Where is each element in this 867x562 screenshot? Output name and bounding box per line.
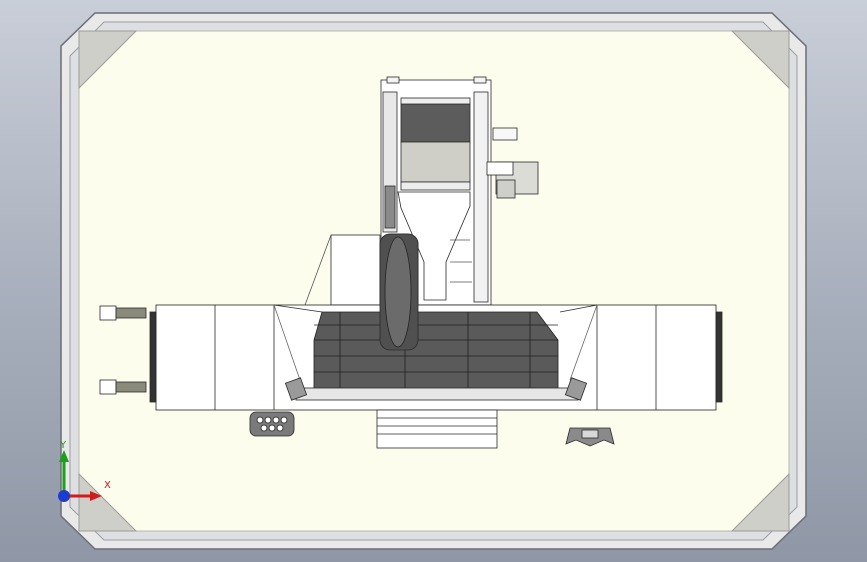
column-right-rail: [473, 91, 489, 303]
foot-left: [249, 411, 295, 437]
graphics-viewport[interactable]: Y X: [0, 0, 867, 562]
spindle-head-top-plate: [400, 97, 471, 105]
work-table: [376, 409, 498, 449]
spindle-head-housing: [400, 141, 471, 183]
triad-x-label: X: [104, 480, 111, 491]
connector-top-left: [99, 305, 117, 321]
connector-bottom-left: [99, 379, 117, 395]
spindle-head-band: [400, 181, 471, 191]
coordinate-triad[interactable]: Y X: [48, 440, 111, 506]
spindle-head-motor: [400, 103, 471, 143]
column-top-cap-right: [473, 76, 487, 84]
lower-rail: [295, 387, 579, 401]
column-top-cap-left: [386, 76, 400, 84]
side-motor-block: [496, 179, 516, 199]
left-cover-panel: [330, 234, 381, 306]
column-left-guide-dark: [384, 185, 396, 229]
triad-y-label: Y: [60, 440, 67, 451]
side-bracket: [492, 127, 518, 141]
beam-end-right: [715, 311, 723, 403]
drawing-sheet: [60, 12, 807, 550]
side-motor-cap: [486, 161, 514, 176]
beam-end-left: [149, 311, 157, 403]
triad-axes-icon: [58, 450, 102, 502]
